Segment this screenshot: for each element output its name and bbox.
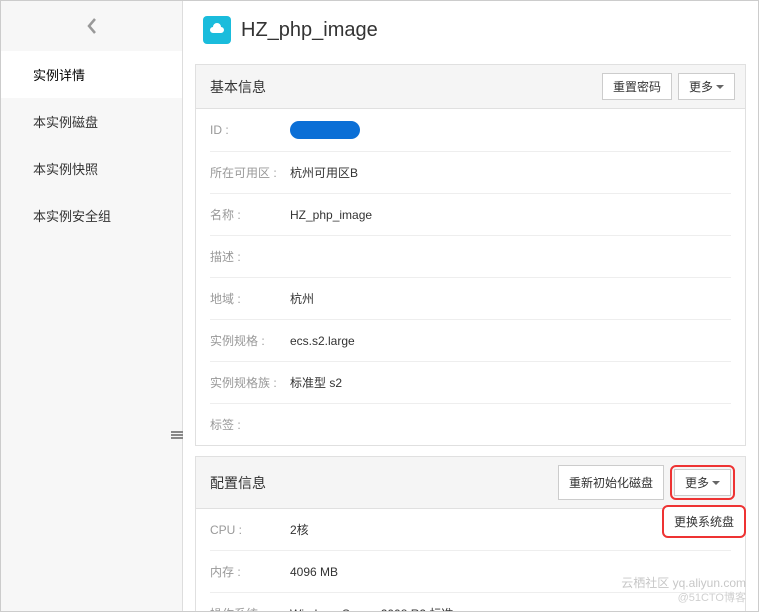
field-label: 操作系统 : [210,605,290,611]
field-label: 实例规格 : [210,332,290,349]
sidebar-item-security[interactable]: 本实例安全组 [1,192,182,239]
id-redacted-pill [290,121,360,139]
reinit-disk-button[interactable]: 重新初始化磁盘 [558,465,664,500]
button-label: 重置密码 [613,78,661,95]
field-spec: 实例规格 : ecs.s2.large [210,320,731,362]
field-label: 所在可用区 : [210,164,290,181]
caret-down-icon [712,481,720,485]
dropdown-item-change-system-disk[interactable]: 更换系统盘 [662,505,746,538]
reset-password-button[interactable]: 重置密码 [602,73,672,100]
field-value: 标准型 s2 [290,374,342,391]
chevron-left-icon [86,17,98,35]
field-value: 杭州 [290,290,314,307]
page-header: HZ_php_image [183,1,758,54]
sidebar-item-label: 本实例快照 [33,162,98,177]
field-value: ecs.s2.large [290,334,355,348]
field-mem: 内存 : 4096 MB [210,551,731,593]
field-cpu: CPU : 2核 [210,509,731,551]
field-name: 名称 : HZ_php_image [210,194,731,236]
panel-header: 基本信息 重置密码 更多 [196,65,745,109]
field-desc: 描述 : [210,236,731,278]
back-button[interactable] [1,1,182,51]
field-value: 杭州可用区B [290,164,358,181]
panel-header: 配置信息 重新初始化磁盘 更多 [196,457,745,509]
panel-title: 配置信息 [210,473,266,493]
more-button[interactable]: 更多 [678,73,735,100]
button-label: 更多 [689,78,713,95]
cloud-icon [203,16,231,44]
dropdown-item-label: 更换系统盘 [674,515,734,529]
sidebar-item-details[interactable]: 实例详情 [1,51,182,98]
sidebar-item-label: 本实例安全组 [33,209,111,224]
field-value: Windows Server 2008 R2 标准... [290,605,463,611]
field-value: HZ_php_image [290,208,372,222]
field-label: 名称 : [210,206,290,223]
scroll-handle-icon[interactable] [171,431,183,439]
field-label: CPU : [210,523,290,537]
field-value: 4096 MB [290,565,338,579]
sidebar-item-disk[interactable]: 本实例磁盘 [1,98,182,145]
panel-title: 基本信息 [210,77,266,97]
panel-basic-info: 基本信息 重置密码 更多 ID : 所在可用区 : 杭州可用区B 名称 : HZ… [195,64,746,446]
sidebar-item-snapshot[interactable]: 本实例快照 [1,145,182,192]
field-label: 实例规格族 : [210,374,290,391]
field-id: ID : [210,109,731,152]
field-value: 2核 [290,521,309,538]
field-label: 内存 : [210,563,290,580]
field-tags: 标签 : [210,404,731,445]
caret-down-icon [716,85,724,89]
field-zone: 所在可用区 : 杭州可用区B [210,152,731,194]
config-more-button[interactable]: 更多 [674,469,731,496]
field-label: ID : [210,123,290,137]
sidebar: 实例详情 本实例磁盘 本实例快照 本实例安全组 [1,1,183,611]
panel-actions: 重置密码 更多 [602,73,735,100]
highlight-annotation: 更多 [670,465,735,500]
field-label: 描述 : [210,248,290,265]
button-label: 重新初始化磁盘 [569,474,653,491]
button-label: 更多 [685,474,709,491]
field-region: 地域 : 杭州 [210,278,731,320]
field-label: 地域 : [210,290,290,307]
field-value [290,121,360,139]
sidebar-item-label: 实例详情 [33,68,85,83]
panel-actions: 重新初始化磁盘 更多 [558,465,735,500]
field-os: 操作系统 : Windows Server 2008 R2 标准... [210,593,731,611]
panel-body: ID : 所在可用区 : 杭州可用区B 名称 : HZ_php_image 描述… [196,109,745,445]
page-title: HZ_php_image [241,19,378,42]
sidebar-item-label: 本实例磁盘 [33,115,98,130]
field-family: 实例规格族 : 标准型 s2 [210,362,731,404]
field-label: 标签 : [210,416,290,433]
